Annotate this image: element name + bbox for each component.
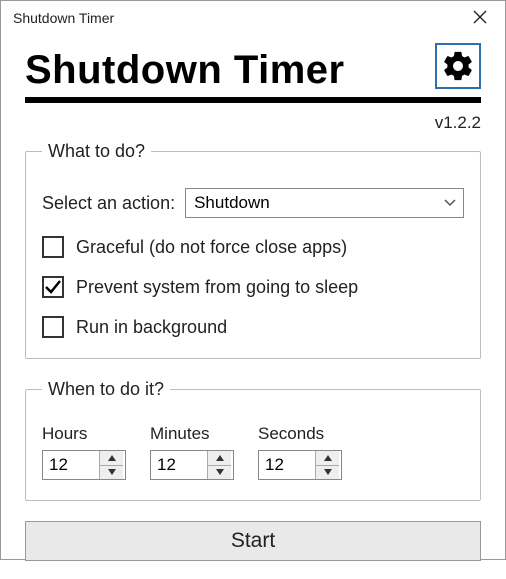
- header-row: Shutdown Timer: [25, 43, 481, 103]
- close-button[interactable]: [465, 5, 495, 31]
- graceful-row: Graceful (do not force close apps): [42, 236, 464, 258]
- background-row: Run in background: [42, 316, 464, 338]
- action-select-value: Shutdown: [194, 193, 270, 213]
- check-icon: [44, 278, 62, 296]
- window-title: Shutdown Timer: [13, 10, 114, 26]
- minutes-label: Minutes: [150, 424, 234, 444]
- seconds-spinner: [258, 450, 342, 480]
- seconds-label: Seconds: [258, 424, 342, 444]
- version-label: v1.2.2: [25, 113, 481, 133]
- hours-column: Hours: [42, 424, 126, 480]
- start-button[interactable]: Start: [25, 521, 481, 561]
- prevent-sleep-checkbox[interactable]: [42, 276, 64, 298]
- hours-input[interactable]: [43, 451, 99, 479]
- minutes-column: Minutes: [150, 424, 234, 480]
- chevron-down-icon: [216, 469, 224, 475]
- hours-spinner-buttons: [99, 451, 123, 479]
- minutes-down-button[interactable]: [208, 466, 231, 480]
- when-group: When to do it? Hours Minutes: [25, 379, 481, 501]
- when-legend: When to do it?: [42, 379, 170, 400]
- app-window: Shutdown Timer Shutdown Timer v1.2.2 Wha…: [0, 0, 506, 560]
- content-area: Shutdown Timer v1.2.2 What to do? Select…: [1, 35, 505, 579]
- start-button-label: Start: [231, 529, 275, 553]
- gear-icon: [441, 49, 475, 83]
- graceful-label[interactable]: Graceful (do not force close apps): [76, 237, 347, 258]
- what-legend: What to do?: [42, 141, 151, 162]
- graceful-checkbox[interactable]: [42, 236, 64, 258]
- background-checkbox[interactable]: [42, 316, 64, 338]
- select-action-label: Select an action:: [42, 193, 175, 214]
- seconds-column: Seconds: [258, 424, 342, 480]
- seconds-input[interactable]: [259, 451, 315, 479]
- action-row: Select an action: Shutdown: [42, 188, 464, 218]
- chevron-up-icon: [324, 455, 332, 461]
- prevent-sleep-row: Prevent system from going to sleep: [42, 276, 464, 298]
- minutes-spinner: [150, 450, 234, 480]
- seconds-up-button[interactable]: [316, 451, 339, 466]
- hours-spinner: [42, 450, 126, 480]
- minutes-spinner-buttons: [207, 451, 231, 479]
- settings-button[interactable]: [435, 43, 481, 89]
- action-select[interactable]: Shutdown: [185, 188, 464, 218]
- what-to-do-group: What to do? Select an action: Shutdown G…: [25, 141, 481, 359]
- hours-down-button[interactable]: [100, 466, 123, 480]
- hours-up-button[interactable]: [100, 451, 123, 466]
- chevron-down-icon: [108, 469, 116, 475]
- minutes-up-button[interactable]: [208, 451, 231, 466]
- app-title: Shutdown Timer: [25, 49, 345, 91]
- seconds-spinner-buttons: [315, 451, 339, 479]
- hours-label: Hours: [42, 424, 126, 444]
- titlebar: Shutdown Timer: [1, 1, 505, 35]
- chevron-down-icon: [324, 469, 332, 475]
- seconds-down-button[interactable]: [316, 466, 339, 480]
- close-icon: [473, 10, 487, 24]
- prevent-sleep-label[interactable]: Prevent system from going to sleep: [76, 277, 358, 298]
- chevron-up-icon: [108, 455, 116, 461]
- minutes-input[interactable]: [151, 451, 207, 479]
- background-label[interactable]: Run in background: [76, 317, 227, 338]
- time-columns: Hours Minutes: [42, 424, 464, 480]
- chevron-up-icon: [216, 455, 224, 461]
